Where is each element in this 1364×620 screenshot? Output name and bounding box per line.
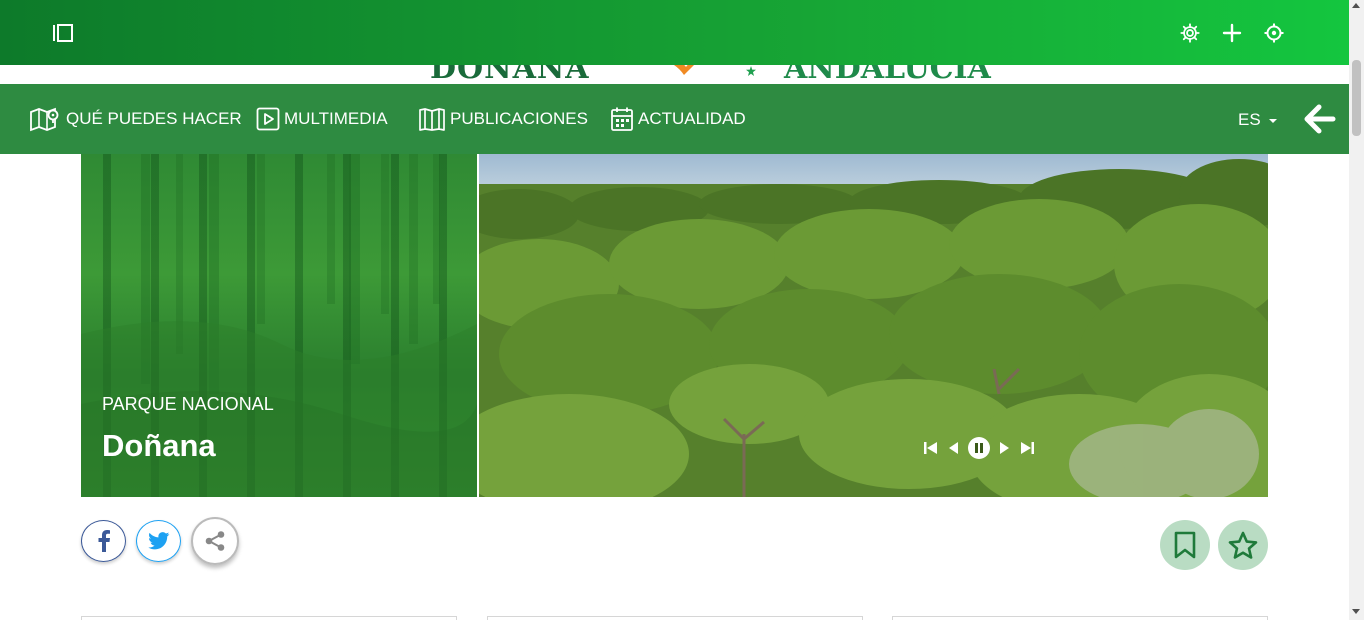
content-card[interactable] [487,616,863,620]
logo-star-icon [746,65,756,76]
pine-forest-image [479,154,1268,497]
top-bar-actions [1179,22,1285,44]
content-card[interactable] [892,616,1268,620]
star-icon [1228,531,1258,559]
language-selector[interactable]: ES [1238,110,1278,130]
nav-item-actualidad[interactable]: ACTUALIDAD [610,84,746,154]
scroll-down-icon[interactable] [1352,609,1360,614]
scrollbar-thumb[interactable] [1352,60,1361,136]
next-icon[interactable] [999,440,1011,461]
site-logo-region: ANDALUCÍA [784,65,991,84]
content-card[interactable] [81,616,457,620]
calendar-icon [611,107,633,131]
gear-icon[interactable] [1179,22,1201,44]
first-icon[interactable] [923,440,939,461]
twitter-icon [147,532,169,550]
hero-photo [479,154,1268,497]
pause-icon[interactable] [967,436,991,465]
sidebar-toggle-icon[interactable] [52,24,74,42]
nav-item-label: MULTIMEDIA [284,109,388,128]
crosshair-icon[interactable] [1263,22,1285,44]
nav-item-label: QUÉ PUEDES HACER [66,109,242,128]
main-navigation: QUÉ PUEDES HACER MULTIMEDIA PUBLICACIONE… [0,84,1349,154]
share-button[interactable] [191,517,239,565]
page-scrollbar[interactable] [1349,0,1364,620]
nav-item-multimedia[interactable]: MULTIMEDIA [256,84,388,154]
nav-item-label: ACTUALIDAD [638,109,746,128]
nav-item-label: PUBLICACIONES [450,109,588,128]
book-icon [419,108,445,131]
bookmark-icon [1174,531,1196,559]
site-logo-wordmark: DOÑANA [430,65,590,84]
last-icon[interactable] [1019,440,1035,461]
hero-kicker: PARQUE NACIONAL [102,394,274,414]
hero-banner: PARQUE NACIONAL Doñana [81,154,1268,497]
slider-controls [923,436,1035,465]
bookmark-button[interactable] [1160,520,1210,570]
facebook-icon [98,530,110,552]
nav-item-que-puedes-hacer[interactable]: QUÉ PUEDES HACER [30,84,242,154]
arrow-left-icon[interactable] [1304,104,1336,134]
scroll-up-icon[interactable] [1352,3,1360,8]
twitter-share-button[interactable] [136,520,181,562]
prev-icon[interactable] [947,440,959,461]
play-icon [256,107,280,131]
share-icon [205,531,225,551]
plus-icon[interactable] [1221,22,1243,44]
favorite-button[interactable] [1218,520,1268,570]
top-bar [0,0,1349,65]
logo-bird-icon [672,65,698,77]
hero-caption-panel: PARQUE NACIONAL Doñana [81,154,477,497]
logo-strip: DOÑANA ANDALUCÍA [0,65,1349,84]
nav-item-publicaciones[interactable]: PUBLICACIONES [418,84,588,154]
language-code: ES [1238,110,1261,129]
facebook-share-button[interactable] [81,520,126,562]
caret-down-icon [1269,118,1278,123]
map-pin-icon [30,107,59,132]
hero-title: Doñana [102,428,216,463]
